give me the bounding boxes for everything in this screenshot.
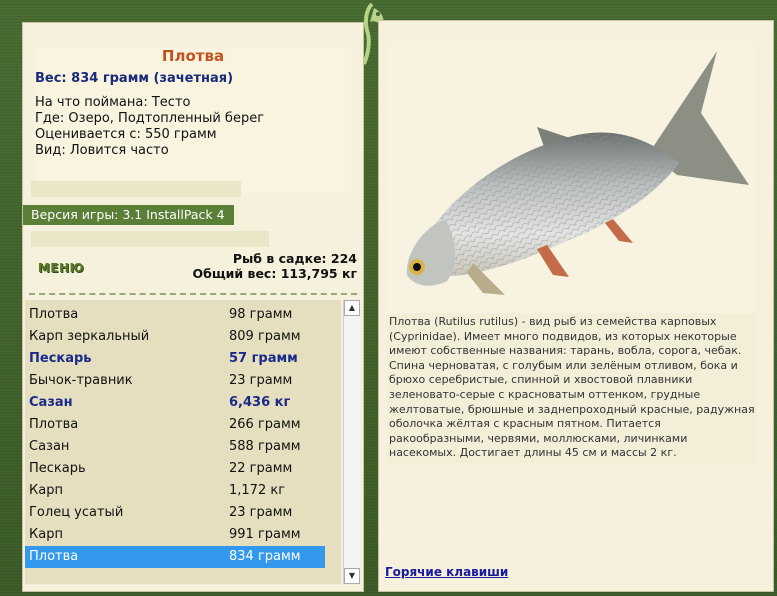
catch-fish-name: Карп зеркальный bbox=[29, 329, 150, 344]
catch-fish-weight: 834 грамм bbox=[229, 549, 301, 564]
place-line: Где: Озеро, Подтопленный берег bbox=[35, 111, 265, 126]
decor-stripe bbox=[31, 231, 269, 247]
catch-list-row[interactable]: Плотва 98 грамм bbox=[25, 304, 325, 326]
catch-fish-name: Плотва bbox=[29, 417, 79, 432]
divider bbox=[29, 293, 357, 295]
catch-fish-weight: 991 грамм bbox=[229, 527, 301, 542]
fish-info-panel: Плотва Вес: 834 грамм (зачетная) На что … bbox=[22, 22, 364, 592]
catch-fish-weight: 809 грамм bbox=[229, 329, 301, 344]
catch-list-row[interactable]: Плотва 834 грамм bbox=[25, 546, 325, 568]
catch-fish-name: Пескарь bbox=[29, 461, 86, 476]
catch-list-row[interactable]: Плотва 266 грамм bbox=[25, 414, 325, 436]
catch-list-row[interactable]: Карп 991 грамм bbox=[25, 524, 325, 546]
catch-list[interactable]: Плотва 98 грамм Карп зеркальный 809 грамм Пе… bbox=[25, 300, 341, 584]
hotkeys-link[interactable]: Горячие клавиши bbox=[385, 565, 508, 579]
catch-fish-weight: 23 грамм bbox=[229, 373, 293, 388]
catch-fish-name: Карп bbox=[29, 483, 63, 498]
decor-stripe bbox=[31, 181, 241, 197]
catch-list-row[interactable]: Сазан 6,436 кг bbox=[25, 392, 325, 414]
fish-image bbox=[387, 43, 755, 313]
triangle-up-icon[interactable]: ▲ bbox=[344, 300, 360, 316]
catch-fish-weight: 588 грамм bbox=[229, 439, 301, 454]
catch-fish-weight: 23 грамм bbox=[229, 505, 293, 520]
catch-list-row[interactable]: Карп 1,172 кг bbox=[25, 480, 325, 502]
game-version-bar: Версия игры: 3.1 InstallPack 4 bbox=[23, 205, 234, 225]
catch-fish-name: Плотва bbox=[29, 307, 79, 322]
catch-list-row[interactable]: Сазан 588 грамм bbox=[25, 436, 325, 458]
fish-description-panel: Плотва (Rutilus rutilus) - вид рыб из се… bbox=[378, 20, 774, 592]
catch-fish-name: Бычок-травник bbox=[29, 373, 133, 388]
fish-name-title: Плотва bbox=[161, 47, 225, 65]
catch-fish-name: Сазан bbox=[29, 439, 70, 454]
catch-fish-name: Голец усатый bbox=[29, 505, 124, 520]
catch-fish-weight: 266 грамм bbox=[229, 417, 301, 432]
value-line: Оценивается с: 550 грамм bbox=[35, 127, 217, 142]
keepnet-stats: Рыб в садке: 224 Общий вес: 113,795 кг bbox=[193, 251, 358, 281]
catch-fish-weight: 98 грамм bbox=[229, 307, 293, 322]
menu-button[interactable]: МЕНЮ bbox=[35, 259, 87, 277]
scroll-track[interactable] bbox=[344, 316, 360, 568]
triangle-down-icon[interactable]: ▼ bbox=[344, 568, 360, 584]
catch-fish-name: Сазан bbox=[29, 395, 73, 410]
catch-list-row[interactable]: Бычок-травник 23 грамм bbox=[25, 370, 325, 392]
roach-fish-picture bbox=[406, 51, 749, 295]
catch-list-row[interactable]: Карп зеркальный 809 грамм bbox=[25, 326, 325, 348]
catch-fish-weight: 6,436 кг bbox=[229, 395, 291, 410]
catch-fish-weight: 1,172 кг bbox=[229, 483, 286, 498]
fish-description: Плотва (Rutilus rutilus) - вид рыб из се… bbox=[387, 313, 757, 463]
catch-fish-name: Пескарь bbox=[29, 351, 92, 366]
fish-weight-line: Вес: 834 грамм (зачетная) bbox=[35, 71, 234, 86]
catch-fish-name: Карп bbox=[29, 527, 63, 542]
species-line: Вид: Ловится часто bbox=[35, 143, 169, 158]
catch-fish-weight: 22 грамм bbox=[229, 461, 293, 476]
catch-list-scrollbar[interactable]: ▲ ▼ bbox=[343, 300, 360, 584]
total-weight: Общий вес: 113,795 кг bbox=[192, 266, 358, 281]
catch-list-row[interactable]: Голец усатый 23 грамм bbox=[25, 502, 325, 524]
catch-fish-weight: 57 грамм bbox=[229, 351, 298, 366]
catch-list-row[interactable]: Пескарь 22 грамм bbox=[25, 458, 325, 480]
fish-in-keepnet: Рыб в садке: 224 bbox=[232, 251, 357, 266]
catch-fish-name: Плотва bbox=[29, 549, 79, 564]
bait-line: На что поймана: Тесто bbox=[35, 95, 191, 110]
catch-list-row[interactable]: Пескарь 57 грамм bbox=[25, 348, 325, 370]
